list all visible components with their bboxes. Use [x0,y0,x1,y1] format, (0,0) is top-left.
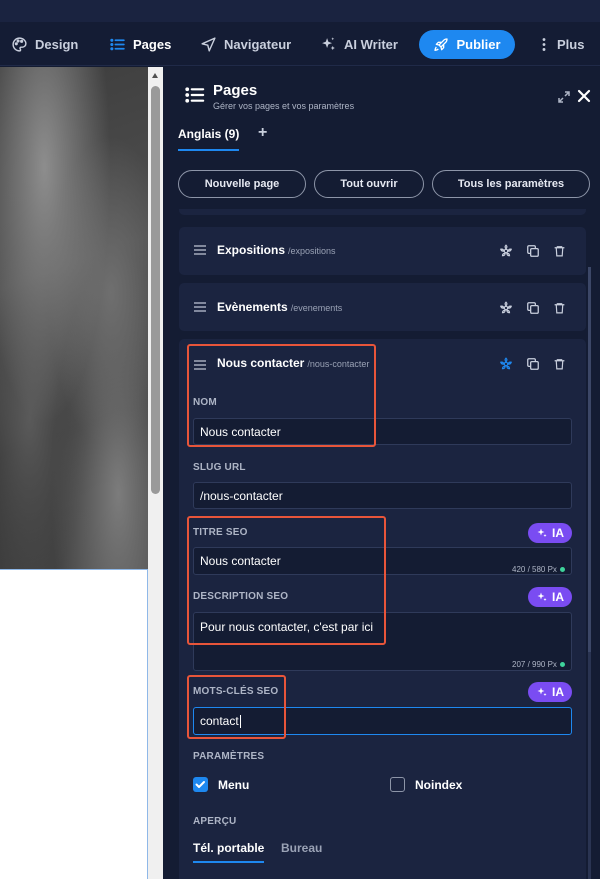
parameters-label: PARAMÈTRES [193,751,265,762]
publish-button[interactable]: Publier [419,30,515,59]
seo-title-counter: 420 / 580 Px [512,565,565,574]
status-dot [559,567,565,572]
sparkles-icon [537,528,547,537]
slug-url-label: SLUG URL [193,462,246,473]
all-parameters-button[interactable]: Tous les paramètres [432,170,590,198]
page-name-nous-contacter: Nous contacter/nous-contacter [217,356,370,370]
toolbar-navigator[interactable]: Navigateur [200,22,291,66]
pages-list-icon [185,87,205,103]
navigation-arrow-icon [201,36,216,52]
expand-icon[interactable] [558,91,570,103]
trash-icon[interactable] [553,301,566,315]
status-dot [559,662,565,667]
rocket-icon [434,37,449,51]
drag-handle-icon[interactable] [194,360,206,370]
sparkles-icon [537,592,547,601]
tab-desktop-preview[interactable]: Bureau [281,841,322,855]
toolbar-more[interactable]: Plus [538,22,584,66]
palette-icon [12,36,27,52]
drag-handle-icon[interactable] [194,245,206,255]
panel-subtitle: Gérer vos pages et vos paramètres [213,101,355,111]
page-name-expositions: Expositions/expositions [217,243,336,257]
editor-toolbar: Design Pages Navigateur AI Writer Publie… [0,22,600,66]
text-caret [239,714,241,728]
duplicate-icon[interactable] [526,301,540,315]
panel-title: Pages [213,82,258,99]
new-page-button[interactable]: Nouvelle page [178,170,306,198]
settings-flower-icon[interactable] [499,301,513,315]
menu-checkbox-label: Menu [218,778,250,792]
noindex-checkbox-label: Noindex [415,778,463,792]
page-slug: /expositions [288,246,336,256]
panel-scrollbar-thumb[interactable] [588,267,591,652]
toolbar-design-label: Design [35,36,79,52]
menu-checkbox[interactable] [193,777,208,792]
preview-label: APERÇU [193,816,237,827]
toolbar-pages-label: Pages [133,36,172,52]
toolbar-more-label: Plus [557,36,585,52]
drag-handle-icon[interactable] [194,302,206,312]
nom-input[interactable]: Nous contacter [193,418,572,445]
seo-keywords-input[interactable]: contact [193,707,572,735]
seo-description-counter: 207 / 990 Px [512,660,565,669]
close-icon[interactable] [577,89,591,103]
toolbar-design[interactable]: Design [11,22,78,66]
settings-flower-icon[interactable] [499,244,513,258]
previous-page-card [179,209,586,215]
trash-icon[interactable] [553,357,566,371]
duplicate-icon[interactable] [526,244,540,258]
checkmark-icon [195,781,205,788]
settings-flower-icon[interactable] [499,357,513,371]
page-card-evenements[interactable]: Evènements/evenements [179,283,586,331]
page-slug: /evenements [290,303,343,313]
canvas-hero-image [0,67,148,570]
add-language-button[interactable]: + [258,124,267,142]
seo-keywords-label: MOTS-CLÉS SEO [193,686,279,697]
page-slug: /nous-contacter [307,359,370,369]
toolbar-ai-writer[interactable]: AI Writer [320,22,398,66]
toolbar-pages[interactable]: Pages [109,22,171,66]
page-card-expositions[interactable]: Expositions/expositions [179,227,586,275]
slug-url-input[interactable]: /nous-contacter [193,482,572,509]
publish-label: Publier [456,37,501,52]
panel-scrollbar[interactable] [588,267,591,879]
more-vertical-icon [542,37,546,51]
sparkles-icon [322,36,335,50]
pages-panel: Pages Gérer vos pages et vos paramètres … [163,67,600,879]
scroll-up-arrow-icon[interactable] [152,73,158,78]
canvas-scrollbar[interactable] [148,67,163,879]
tab-mobile-preview[interactable]: Tél. portable [193,841,265,863]
duplicate-icon[interactable] [526,357,540,371]
nom-label: NOM [193,397,217,408]
open-all-button[interactable]: Tout ouvrir [314,170,424,198]
seo-description-label: DESCRIPTION SEO [193,591,289,602]
browser-top-strip [0,0,600,22]
toolbar-ai-writer-label: AI Writer [344,36,398,52]
seo-keywords-ia-button[interactable]: IA [528,682,572,702]
site-canvas-preview[interactable] [0,67,148,879]
seo-title-ia-button[interactable]: IA [528,523,572,543]
trash-icon[interactable] [553,244,566,258]
sparkles-icon [537,687,547,696]
noindex-checkbox[interactable] [390,777,405,792]
seo-description-ia-button[interactable]: IA [528,587,572,607]
list-icon [110,38,125,50]
toolbar-navigator-label: Navigateur [224,36,292,52]
canvas-scrollbar-thumb[interactable] [151,86,160,494]
tab-language-english[interactable]: Anglais (9) [178,127,240,151]
page-name-evenements: Evènements/evenements [217,300,343,314]
seo-title-label: TITRE SEO [193,527,248,538]
